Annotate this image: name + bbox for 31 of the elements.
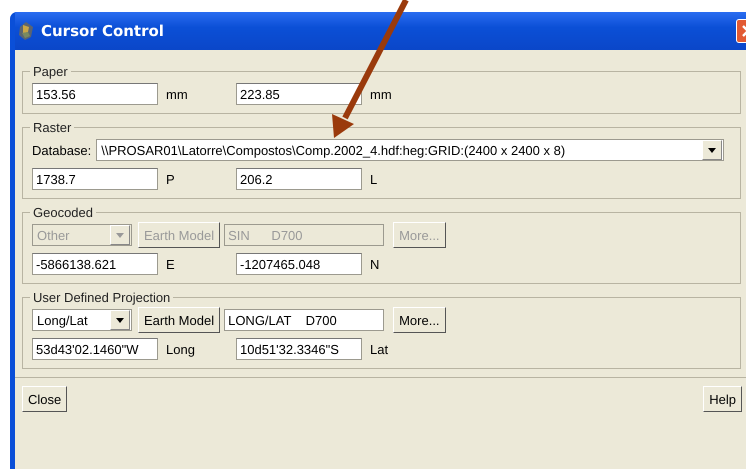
unit-label: mm	[369, 86, 393, 102]
close-button[interactable]: Close	[22, 386, 68, 412]
group-title: Geocoded	[32, 205, 94, 220]
value-field[interactable]: 10d51'32.3346"S	[236, 338, 362, 360]
app-icon	[17, 21, 35, 41]
value-field[interactable]: 153.56	[32, 83, 158, 105]
database-dropdown[interactable]: \\PROSAR01\Latorre\Compostos\Comp.2002_4.hdf:heg:GRID:(2400 x 2400 x 8)	[96, 139, 724, 161]
group-title: User Defined Projection	[32, 290, 172, 305]
more-button[interactable]: More...	[393, 307, 446, 333]
unit-label: L	[369, 172, 378, 186]
earth-model-button[interactable]: Earth Model	[138, 307, 220, 333]
value-field[interactable]: 206.2	[236, 168, 362, 190]
unit-label: Lat	[369, 342, 390, 356]
unit-label: N	[369, 256, 380, 272]
group-title: Raster	[32, 120, 72, 135]
unit-label: E	[165, 256, 176, 272]
projection-dropdown[interactable]: Long/Lat	[32, 309, 132, 331]
unit-label: P	[165, 172, 176, 186]
value-field[interactable]: 223.85	[236, 83, 362, 105]
dropdown-arrow-icon	[116, 232, 124, 238]
group-title: Paper	[32, 64, 69, 79]
window-title: Cursor Control	[41, 22, 164, 40]
unit-label: mm	[165, 86, 189, 102]
dropdown-arrow-icon	[116, 318, 124, 322]
dropdown-arrow-icon	[708, 148, 716, 152]
value-field[interactable]: 53d43'02.1460"W	[32, 338, 158, 360]
help-button[interactable]: Help	[703, 386, 742, 412]
value-field[interactable]: 1738.7	[32, 168, 158, 190]
database-label: Database:	[32, 142, 92, 158]
model-field[interactable]: LONG/LAT D700	[224, 309, 384, 331]
unit-label: Long	[165, 342, 196, 356]
